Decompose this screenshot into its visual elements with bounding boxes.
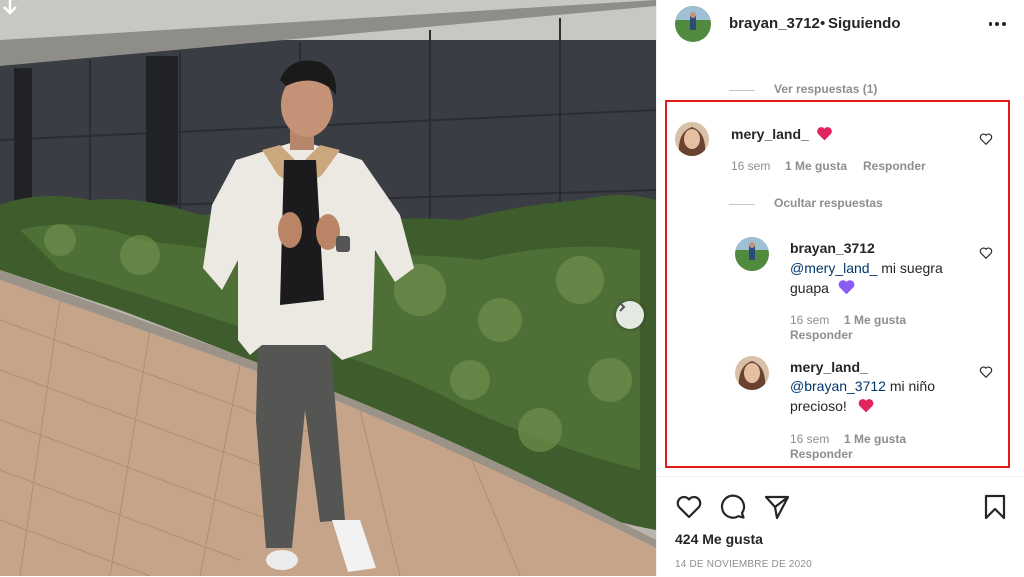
- like-heart-icon[interactable]: [675, 493, 703, 521]
- bookmark-icon[interactable]: [981, 493, 1009, 521]
- share-icon[interactable]: [763, 493, 791, 521]
- author-username[interactable]: brayan_3712: [729, 15, 820, 32]
- view-replies-button[interactable]: Ver respuestas (1): [774, 82, 877, 96]
- photo-scene: [0, 0, 656, 576]
- highlight-box: [665, 100, 1010, 468]
- post-header: brayan_3712 • Siguiendo: [657, 0, 1024, 48]
- next-arrow-icon: [619, 302, 626, 312]
- author-avatar[interactable]: [675, 6, 711, 42]
- download-arrow-icon[interactable]: [0, 0, 20, 16]
- post-actions: 424 Me gusta 14 DE NOVIEMBRE DE 2020: [657, 476, 1024, 577]
- divider-line: [729, 90, 755, 91]
- post-photo: [0, 0, 656, 576]
- likes-count[interactable]: 424 Me gusta: [675, 531, 763, 547]
- header-separator: •: [820, 15, 826, 32]
- next-photo-button[interactable]: [616, 301, 644, 329]
- post-date: 14 DE NOVIEMBRE DE 2020: [675, 559, 812, 570]
- comment-icon[interactable]: [719, 493, 747, 521]
- more-icon[interactable]: [987, 14, 1007, 34]
- following-button[interactable]: Siguiendo: [828, 15, 901, 32]
